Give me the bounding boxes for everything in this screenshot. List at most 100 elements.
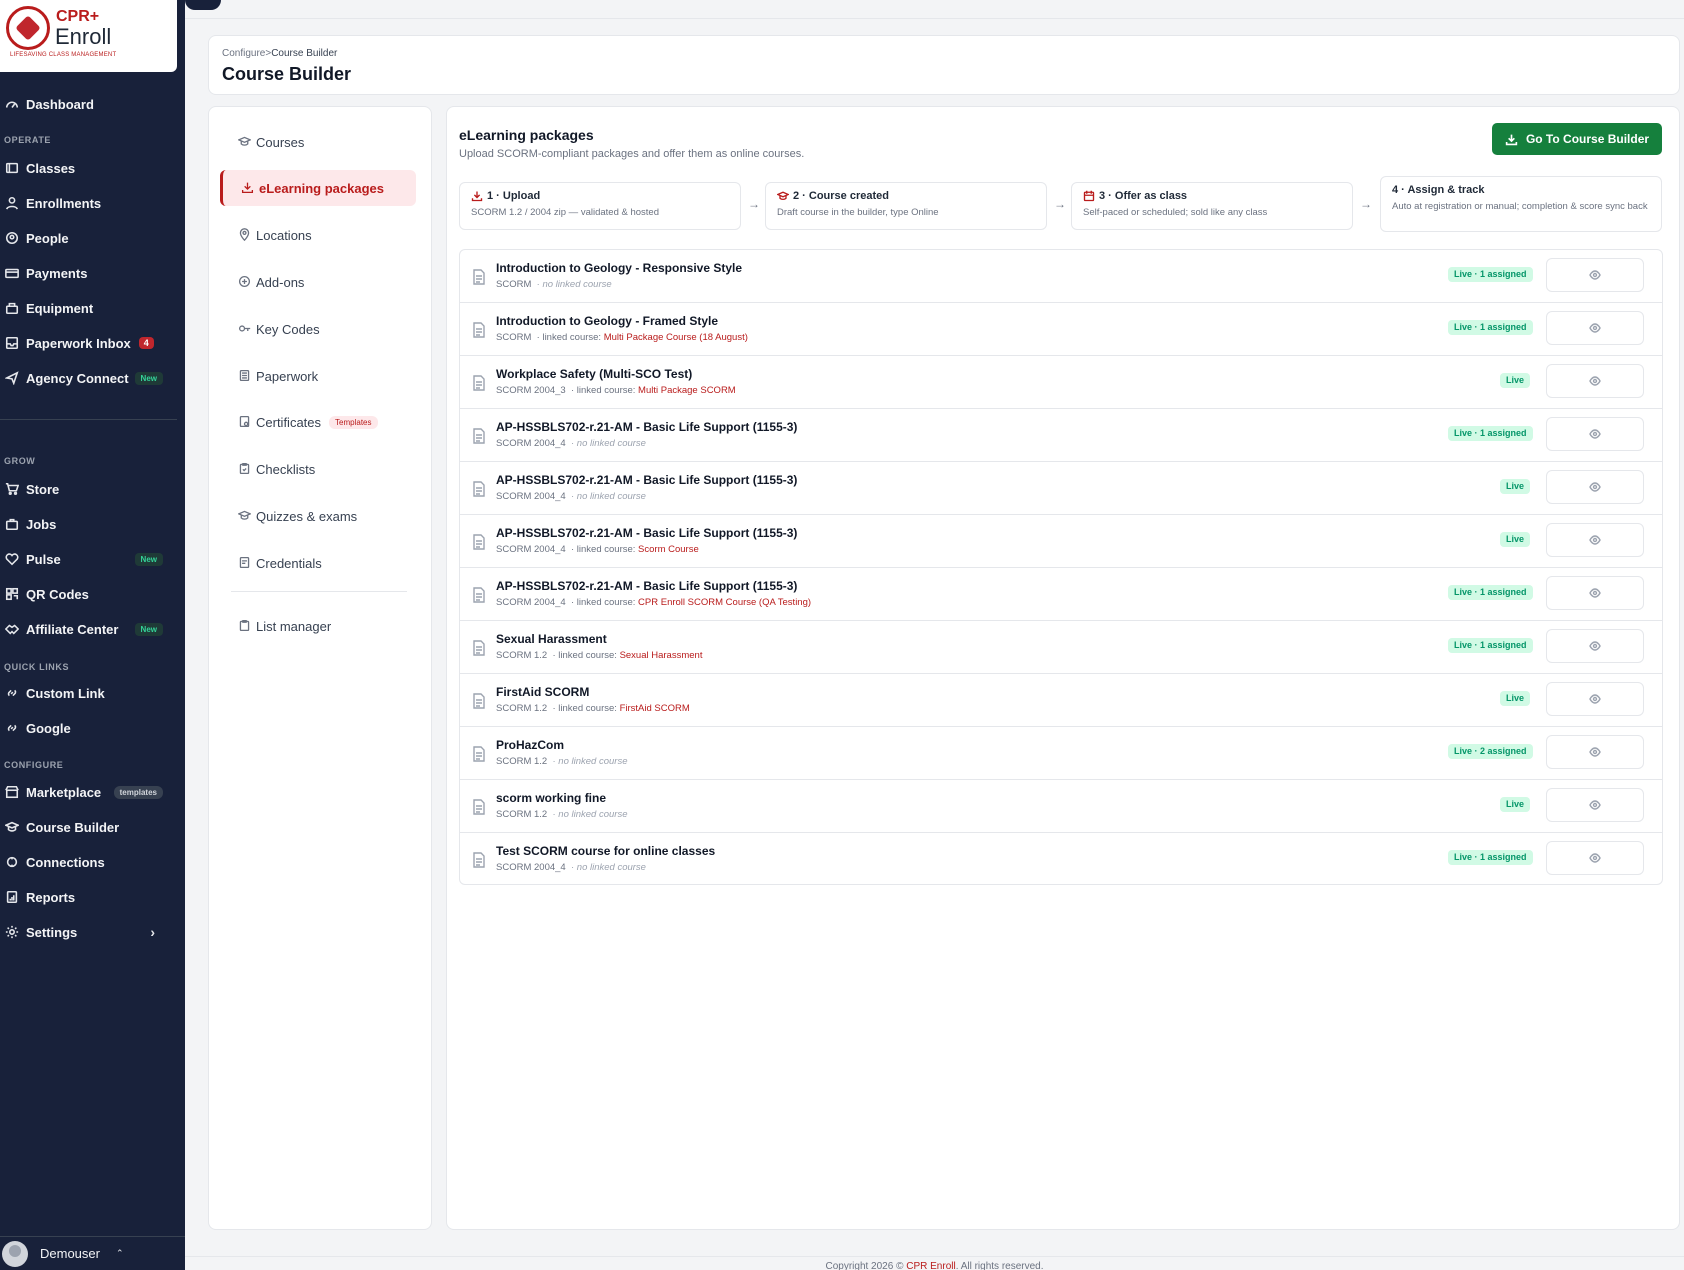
linked-course-link[interactable]: FirstAid SCORM bbox=[620, 703, 690, 714]
nav-item-label: Courses bbox=[256, 134, 305, 150]
preview-button[interactable] bbox=[1546, 629, 1644, 663]
document-icon bbox=[472, 587, 486, 603]
table-row[interactable]: AP-HSSBLS702-r.21-AM - Basic Life Suppor… bbox=[460, 409, 1662, 462]
preview-button[interactable] bbox=[1546, 735, 1644, 769]
sidebar-item-pulse[interactable]: Pulse New bbox=[0, 544, 177, 574]
package-version: SCORM bbox=[496, 279, 532, 290]
document-icon bbox=[472, 640, 486, 656]
eye-icon bbox=[1589, 482, 1601, 492]
sidebar-item-custom-link[interactable]: Custom Link bbox=[0, 678, 177, 708]
page-header: Configure>Course Builder Course Builder bbox=[208, 35, 1680, 95]
nav-item-label: Key Codes bbox=[256, 321, 320, 337]
sidebar-item-agency-connect[interactable]: Agency Connect New bbox=[0, 363, 177, 393]
document-icon bbox=[472, 428, 486, 444]
breadcrumb-configure[interactable]: Configure bbox=[222, 48, 265, 59]
status-badge: Live · 1 assigned bbox=[1448, 850, 1533, 865]
sidebar-item-qr-codes[interactable]: QR Codes bbox=[0, 579, 177, 609]
footer-brand-link[interactable]: CPR Enroll bbox=[906, 1261, 955, 1270]
sidebar-item-connections[interactable]: Connections bbox=[0, 847, 177, 877]
package-title: Introduction to Geology - Responsive Sty… bbox=[496, 261, 743, 275]
table-row[interactable]: Sexual Harassment SCORM 1.2 · linked cour… bbox=[460, 621, 1662, 674]
sidebar-item-reports[interactable]: Reports bbox=[0, 882, 177, 912]
preview-button[interactable] bbox=[1546, 682, 1644, 716]
nav-item-certificates[interactable]: Certificates Templates bbox=[220, 404, 416, 440]
sidebar-item-google[interactable]: Google bbox=[0, 713, 177, 743]
preview-button[interactable] bbox=[1546, 576, 1644, 610]
package-meta: SCORM 2004_4 · linked course: Scorm Cour… bbox=[496, 544, 699, 555]
sidebar-toggle-button[interactable] bbox=[185, 0, 221, 10]
checklist-icon bbox=[238, 462, 252, 476]
logo[interactable]: CPR+ Enroll LIFESAVING CLASS MANAGEMENT bbox=[0, 0, 177, 72]
table-row[interactable]: Introduction to Geology - Framed Style SC… bbox=[460, 303, 1662, 356]
linked-course-link[interactable]: Multi Package SCORM bbox=[638, 385, 736, 396]
preview-button[interactable] bbox=[1546, 311, 1644, 345]
linked-course-link[interactable]: Scorm Course bbox=[638, 544, 699, 555]
sidebar-item-jobs[interactable]: Jobs bbox=[0, 509, 177, 539]
table-row[interactable]: Test SCORM course for online classes SCOR… bbox=[460, 833, 1662, 886]
section-subtitle: Upload SCORM-compliant packages and offe… bbox=[459, 148, 805, 160]
nav-item-credentials[interactable]: Credentials bbox=[220, 545, 416, 581]
sidebar-item-marketplace[interactable]: Marketplace templates bbox=[0, 777, 177, 807]
table-row[interactable]: Workplace Safety (Multi-SCO Test) SCORM 2… bbox=[460, 356, 1662, 409]
preview-button[interactable] bbox=[1546, 417, 1644, 451]
linked-course-link[interactable]: CPR Enroll SCORM Course (QA Testing) bbox=[638, 597, 811, 608]
graduation-icon bbox=[4, 819, 20, 835]
sidebar-item-course-builder[interactable]: Course Builder bbox=[0, 812, 177, 842]
table-row[interactable]: AP-HSSBLS702-r.21-AM - Basic Life Suppor… bbox=[460, 568, 1662, 621]
go-button-label: Go To Course Builder bbox=[1525, 132, 1650, 146]
table-row[interactable]: Introduction to Geology - Responsive Sty… bbox=[460, 250, 1662, 303]
document-icon bbox=[472, 322, 486, 338]
sidebar-item-label: Classes bbox=[26, 160, 76, 176]
nav-item-checklists[interactable]: Checklists bbox=[220, 451, 416, 487]
sidebar-item-settings[interactable]: Settings › bbox=[0, 917, 177, 947]
eye-icon bbox=[1589, 747, 1601, 757]
sidebar-item-equipment[interactable]: Equipment bbox=[0, 293, 177, 323]
sidebar-item-enrollments[interactable]: Enrollments bbox=[0, 188, 177, 218]
table-row[interactable]: AP-HSSBLS702-r.21-AM - Basic Life Suppor… bbox=[460, 462, 1662, 515]
preview-button[interactable] bbox=[1546, 788, 1644, 822]
table-row[interactable]: scorm working fine SCORM 1.2 · no linked … bbox=[460, 780, 1662, 833]
sidebar-item-people[interactable]: People bbox=[0, 223, 177, 253]
document-icon bbox=[472, 481, 486, 497]
nav-item-add-ons[interactable]: Add-ons bbox=[220, 264, 416, 300]
nav-item-key-codes[interactable]: Key Codes bbox=[220, 311, 416, 347]
nav-item-label: eLearning packages bbox=[259, 180, 384, 196]
nav-item-list-manager[interactable]: List manager bbox=[220, 608, 416, 644]
sidebar-item-classes[interactable]: Classes bbox=[0, 153, 177, 183]
package-title: Sexual Harassment bbox=[496, 632, 607, 646]
go-to-course-builder-button[interactable]: Go To Course Builder bbox=[1492, 123, 1662, 155]
package-title: Test SCORM course for online classes bbox=[496, 844, 716, 858]
sidebar-item-dashboard[interactable]: Dashboard bbox=[0, 89, 177, 119]
step-desc: Self-paced or scheduled; sold like any c… bbox=[1083, 207, 1268, 218]
preview-button[interactable] bbox=[1546, 258, 1644, 292]
sidebar-item-paperwork-inbox[interactable]: Paperwork Inbox 4 bbox=[0, 328, 177, 358]
nav-item-courses[interactable]: Courses bbox=[220, 124, 416, 160]
preview-button[interactable] bbox=[1546, 523, 1644, 557]
package-version: SCORM 1.2 bbox=[496, 809, 548, 820]
preview-button[interactable] bbox=[1546, 841, 1644, 875]
linked-course-link[interactable]: Multi Package Course (18 August) bbox=[604, 332, 748, 343]
sidebar-item-payments[interactable]: Payments bbox=[0, 258, 177, 288]
package-version: SCORM 1.2 bbox=[496, 756, 548, 767]
table-row[interactable]: AP-HSSBLS702-r.21-AM - Basic Life Suppor… bbox=[460, 515, 1662, 568]
no-linked-course: · no linked course bbox=[552, 756, 628, 767]
table-row[interactable]: ProHazCom SCORM 1.2 · no linked course Liv… bbox=[460, 727, 1662, 780]
nav-item-locations[interactable]: Locations bbox=[220, 217, 416, 253]
chevron-up-icon: ⌃ bbox=[115, 1248, 124, 1258]
linked-course-link[interactable]: Sexual Harassment bbox=[620, 650, 703, 661]
sidebar-item-label: Agency Connect bbox=[26, 370, 129, 386]
table-row[interactable]: FirstAid SCORM SCORM 1.2 · linked course:… bbox=[460, 674, 1662, 727]
nav-item-label: Add-ons bbox=[256, 274, 305, 290]
user-menu[interactable]: Demouser ⌃ bbox=[0, 1236, 185, 1270]
preview-button[interactable] bbox=[1546, 470, 1644, 504]
nav-item-paperwork[interactable]: Paperwork bbox=[220, 358, 416, 394]
paperwork-icon bbox=[238, 369, 252, 383]
sidebar-item-affiliate-center[interactable]: Affiliate Center New bbox=[0, 614, 177, 644]
sidebar-item-label: Custom Link bbox=[26, 685, 105, 701]
sidebar-divider bbox=[0, 419, 177, 420]
nav-item-elearning-packages[interactable]: eLearning packages bbox=[220, 170, 416, 206]
sidebar-item-store[interactable]: Store bbox=[0, 474, 177, 504]
nav-item-quizzes-exams[interactable]: Quizzes & exams bbox=[220, 498, 416, 534]
preview-button[interactable] bbox=[1546, 364, 1644, 398]
certificate-icon bbox=[238, 415, 252, 429]
